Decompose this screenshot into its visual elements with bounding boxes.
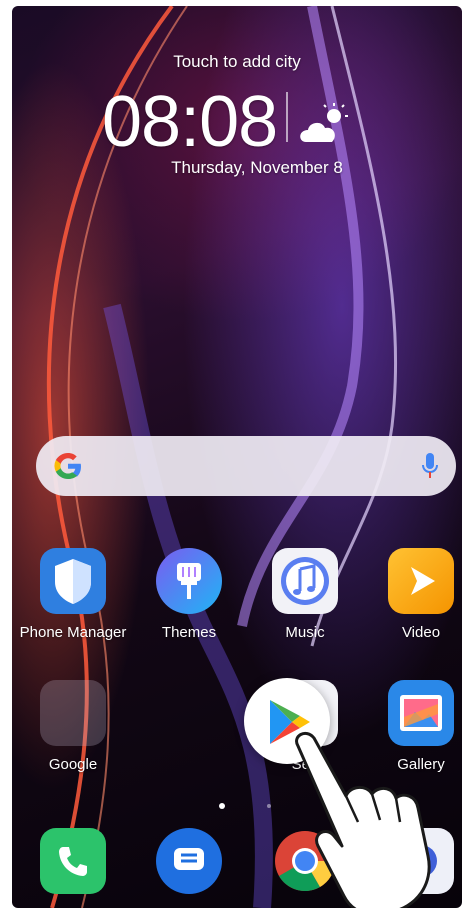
page-dot-inactive[interactable] [267,804,271,808]
google-g-icon [54,453,81,479]
add-city-prompt[interactable]: Touch to add city [12,52,462,72]
phone-icon [40,828,106,894]
partly-sunny-icon[interactable] [298,102,350,146]
microphone-icon[interactable] [420,450,440,482]
app-google-folder[interactable]: Google [18,680,128,773]
google-search-bar[interactable] [36,436,456,496]
app-themes[interactable]: Themes [134,548,244,641]
folder-icon [40,680,106,746]
clock-time[interactable]: 08:08 [102,82,278,162]
app-video[interactable]: Video [366,548,462,641]
clock-divider [286,92,288,142]
app-label: Themes [161,624,217,641]
page-dot-active[interactable] [219,803,225,809]
app-label: Music [285,624,325,641]
music-note-icon [272,548,338,614]
app-music[interactable]: Music [250,548,360,641]
shield-icon [40,548,106,614]
app-label: Video [401,624,441,641]
paint-brush-icon [156,548,222,614]
home-screen: Touch to add city 08:08 Thursday, Novemb… [12,6,462,908]
app-label: Google [48,756,98,773]
dock-messages[interactable] [134,828,244,894]
app-phone-manager[interactable]: Phone Manager [18,548,128,641]
app-label: Phone Manager [19,624,127,641]
play-icon [388,548,454,614]
clock-date: Thursday, November 8 [171,158,343,177]
messages-icon [156,828,222,894]
hand-pointer-icon [295,732,431,908]
dock-phone[interactable] [18,828,128,894]
